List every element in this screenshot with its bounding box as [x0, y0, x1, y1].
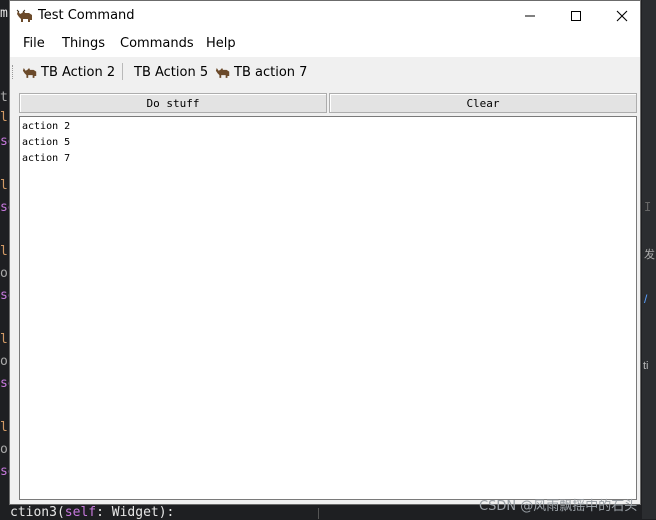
tb-action-2-button[interactable]: TB Action 2 — [22, 62, 115, 82]
menu-help[interactable]: Help — [206, 36, 236, 51]
minimize-icon — [525, 15, 535, 17]
minimize-button[interactable] — [507, 1, 553, 31]
bg-code-fragment: m — [0, 6, 8, 21]
toolbar: TB Action 2 TB Action 5 TB action 7 — [10, 57, 640, 87]
yak-icon — [215, 67, 230, 78]
menu-commands[interactable]: Commands — [120, 36, 194, 51]
yak-icon — [16, 9, 34, 23]
output-line: action 2 — [22, 121, 71, 132]
app-window: Test Command File Things Commands Help T… — [9, 0, 641, 505]
tb-action-7-button[interactable]: TB action 7 — [215, 62, 307, 82]
bg-right-fragment: / — [644, 292, 648, 306]
tb-action-7-label: TB action 7 — [234, 64, 308, 80]
close-icon — [616, 10, 628, 22]
window-title: Test Command — [38, 8, 135, 23]
yak-icon — [22, 67, 37, 78]
close-button[interactable] — [599, 1, 645, 31]
watermark: CSDN @风雨飘摇中的石头 — [479, 499, 638, 514]
output-line: action 7 — [22, 153, 71, 164]
bg-right-fragment: 发 — [644, 249, 655, 261]
toolbar-separator — [122, 63, 123, 80]
do-stuff-button[interactable]: Do stuff — [19, 93, 327, 113]
maximize-button[interactable] — [553, 1, 599, 31]
title-bar[interactable]: Test Command — [10, 1, 640, 31]
bg-right-fragment: I — [644, 200, 652, 214]
tb-action-5-button[interactable]: TB Action 5 — [134, 62, 208, 82]
output-text-area[interactable]: action 2 action 5 action 7 — [19, 116, 637, 500]
bg-code-fragment: t — [0, 90, 8, 105]
tb-action-5-label: TB Action 5 — [134, 64, 209, 80]
toolbar-grip[interactable] — [12, 65, 16, 79]
bg-right-panel: I 发 / ti — [642, 0, 656, 519]
menu-bar: File Things Commands Help — [10, 31, 640, 57]
menu-things[interactable]: Things — [62, 36, 105, 51]
tb-action-2-label: TB Action 2 — [41, 64, 116, 80]
clear-button[interactable]: Clear — [329, 93, 637, 113]
output-line: action 5 — [22, 137, 71, 148]
menu-file[interactable]: File — [23, 36, 45, 51]
bg-right-fragment: ti — [643, 360, 649, 372]
bg-bottom-code: ction3(self: Widget): — [10, 505, 175, 520]
bg-divider — [318, 508, 319, 519]
maximize-icon — [571, 11, 581, 21]
